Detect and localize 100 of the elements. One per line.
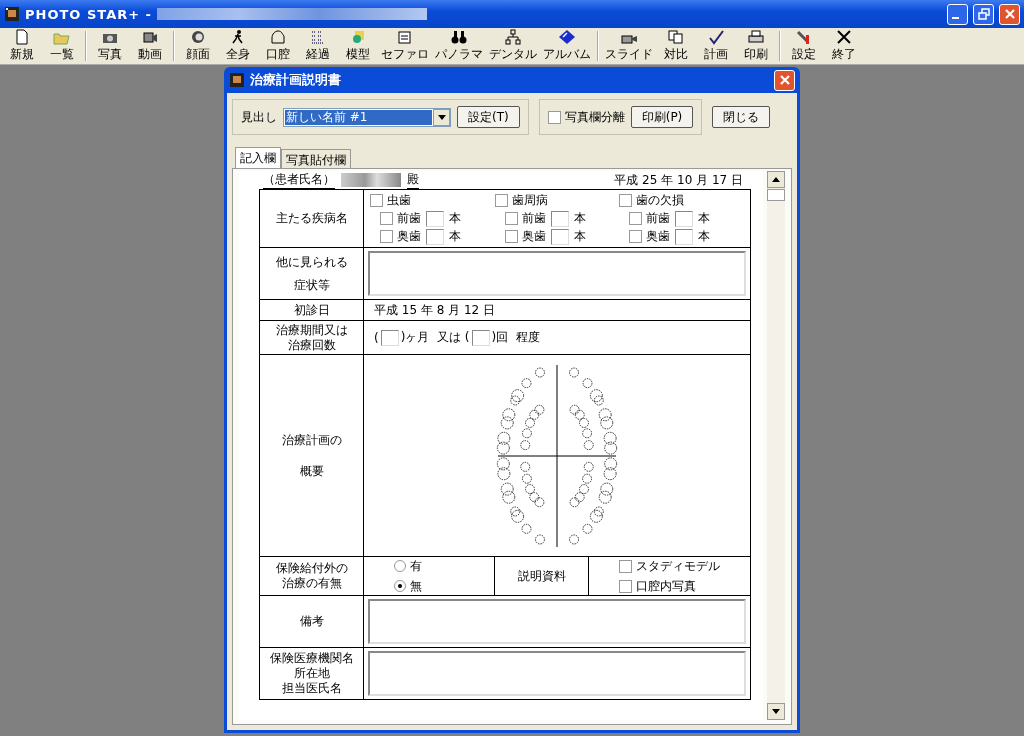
row-label: 保険給付外の bbox=[275, 561, 348, 576]
toolbar-button[interactable]: 経過 bbox=[298, 29, 338, 63]
toolbar-button[interactable]: 動画 bbox=[130, 29, 170, 63]
count-field[interactable] bbox=[550, 210, 569, 227]
unit-label: 本 bbox=[698, 228, 711, 245]
material-checkbox[interactable]: スタディモデル bbox=[619, 557, 750, 575]
toolbar-button[interactable]: 印刷 bbox=[736, 29, 776, 63]
tab[interactable]: 記入欄 bbox=[235, 147, 281, 168]
tooth-checkbox[interactable]: 前歯 bbox=[504, 210, 546, 227]
text-area[interactable] bbox=[368, 651, 746, 696]
doc-icon bbox=[396, 29, 414, 45]
toolbar-button[interactable]: 新規 bbox=[2, 29, 42, 63]
toolbar-button[interactable]: アルバム bbox=[540, 29, 594, 63]
toolbar-button[interactable]: 一覧 bbox=[42, 29, 82, 63]
row-label: 治療回数 bbox=[287, 337, 336, 353]
caret-icon bbox=[437, 114, 446, 120]
toolbar-button[interactable]: 顔面 bbox=[178, 29, 218, 63]
toolbar-button[interactable]: デンタル bbox=[486, 29, 540, 63]
count-field[interactable] bbox=[426, 210, 444, 227]
document-date: 平成 25 年 10 月 17 日 bbox=[614, 171, 743, 189]
toolbar-button[interactable]: 写真 bbox=[90, 29, 130, 63]
toolbar-button[interactable]: 口腔 bbox=[258, 29, 298, 63]
copy-icon bbox=[667, 29, 685, 45]
material-checkbox[interactable]: 口腔内写真 bbox=[619, 577, 750, 595]
book-icon bbox=[558, 29, 576, 45]
toolbar-button[interactable]: 計画 bbox=[696, 29, 736, 63]
close-button[interactable] bbox=[999, 3, 1020, 25]
print-button[interactable]: 印刷(P) bbox=[630, 106, 694, 128]
unit-label: 本 bbox=[449, 228, 461, 245]
tooth-checkbox[interactable]: 奥歯 bbox=[504, 228, 546, 245]
row-label: 主たる疾病名 bbox=[275, 211, 348, 226]
close-icon bbox=[1003, 8, 1016, 20]
period-text: ( bbox=[374, 330, 379, 345]
tree-icon bbox=[504, 29, 522, 45]
row-label: 治療の有無 bbox=[281, 576, 342, 591]
patient-label: （患者氏名） bbox=[263, 171, 335, 189]
down-arrow-icon bbox=[772, 709, 780, 714]
toolbar-button[interactable]: パノラマ bbox=[432, 29, 486, 63]
period-text: )回 程度 bbox=[491, 329, 540, 346]
cross-icon bbox=[835, 29, 853, 45]
count-field[interactable] bbox=[380, 329, 399, 346]
toolbar-button[interactable]: セファロ bbox=[378, 29, 432, 63]
close-dialog-button[interactable]: 閉じる bbox=[712, 106, 771, 128]
heading-dropdown[interactable]: 新しい名前 #1 bbox=[283, 107, 451, 127]
restore-button[interactable] bbox=[973, 3, 994, 25]
toolbar-button[interactable]: 終了 bbox=[824, 29, 864, 63]
toolbar-button[interactable]: 設定 bbox=[784, 29, 824, 63]
first-visit-date: 平成 15 年 8 月 12 日 bbox=[373, 301, 496, 319]
close-button[interactable] bbox=[774, 69, 795, 91]
close-icon bbox=[778, 74, 791, 86]
row-label: 治療計画の bbox=[281, 432, 342, 448]
video-icon bbox=[141, 29, 159, 45]
separate-checkbox[interactable]: 写真欄分離 bbox=[547, 108, 625, 126]
printer-icon bbox=[747, 29, 765, 45]
text-area[interactable] bbox=[368, 599, 746, 644]
row-label: 症状等 bbox=[293, 277, 330, 293]
row-label: 初診日 bbox=[293, 302, 330, 318]
disease-checkbox[interactable]: 歯の欠損 bbox=[619, 192, 744, 209]
count-field[interactable] bbox=[675, 210, 694, 227]
mouth-icon bbox=[269, 29, 287, 45]
tooth-checkbox[interactable]: 奥歯 bbox=[629, 228, 671, 245]
toolbar-button[interactable]: スライド bbox=[602, 29, 656, 63]
row-label: 保険医療機関名 bbox=[269, 651, 354, 666]
heading-label: 見出し bbox=[241, 108, 277, 126]
app-icon bbox=[229, 72, 245, 88]
tooth-checkbox[interactable]: 奥歯 bbox=[380, 228, 421, 245]
tooth-checkbox[interactable]: 前歯 bbox=[629, 210, 671, 227]
text-area[interactable] bbox=[368, 251, 746, 296]
count-field[interactable] bbox=[550, 228, 569, 245]
disease-checkbox[interactable]: 虫歯 bbox=[370, 192, 495, 209]
toolbar-button[interactable]: 模型 bbox=[338, 29, 378, 63]
radio-button[interactable]: 無 bbox=[394, 577, 494, 595]
scroll-down-button[interactable] bbox=[767, 703, 785, 720]
binoculars-icon bbox=[450, 29, 468, 45]
row-label: 所在地 bbox=[293, 666, 330, 681]
tab[interactable]: 写真貼付欄 bbox=[281, 149, 351, 168]
count-field[interactable] bbox=[675, 228, 694, 245]
blurred-name bbox=[341, 173, 401, 187]
settings-button[interactable]: 設定(T) bbox=[457, 106, 520, 128]
radio-button[interactable]: 有 bbox=[394, 557, 494, 575]
period-text: )ヶ月 又は ( bbox=[400, 329, 470, 346]
minimize-button[interactable] bbox=[947, 3, 968, 25]
row-label: 他に見られる bbox=[275, 254, 348, 270]
unit-label: 本 bbox=[449, 210, 461, 227]
dialog-title: 治療計画説明書 bbox=[250, 71, 341, 89]
unit-label: 本 bbox=[698, 210, 711, 227]
disease-checkbox[interactable]: 歯周病 bbox=[494, 192, 620, 209]
scrollbar[interactable] bbox=[767, 171, 785, 720]
count-field[interactable] bbox=[426, 228, 444, 245]
tooth-checkbox[interactable]: 前歯 bbox=[380, 210, 421, 227]
toolbar-button[interactable]: 対比 bbox=[656, 29, 696, 63]
unit-label: 本 bbox=[573, 228, 586, 245]
scroll-up-button[interactable] bbox=[767, 171, 785, 188]
row-label: 備考 bbox=[299, 614, 324, 629]
toolbar-button[interactable]: 全身 bbox=[218, 29, 258, 63]
scroll-thumb[interactable] bbox=[767, 189, 785, 201]
count-field[interactable] bbox=[471, 329, 490, 346]
honorific: 殿 bbox=[407, 171, 419, 189]
row-label: 担当医氏名 bbox=[281, 681, 342, 696]
row-label: 概要 bbox=[299, 463, 324, 479]
